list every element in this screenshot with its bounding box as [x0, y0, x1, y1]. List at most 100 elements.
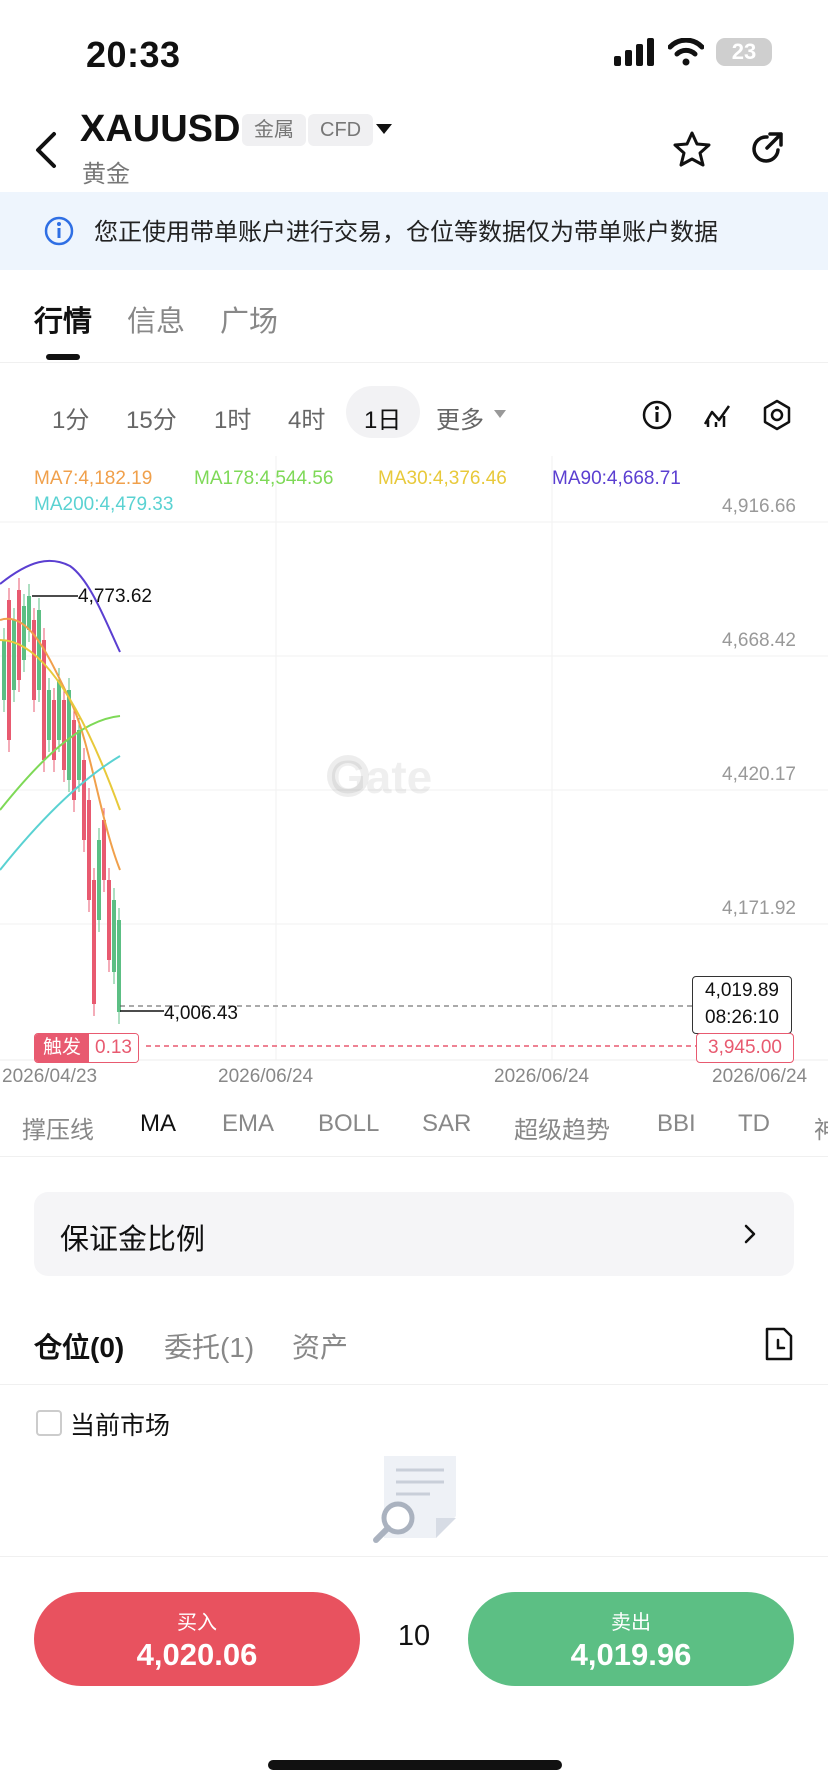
battery-icon: 23: [716, 38, 772, 66]
ma178-label: MA178:4,544.56: [194, 468, 334, 489]
candle-body: [47, 690, 51, 740]
symbol-title: XAUUSD: [80, 108, 241, 150]
buy-price: 4,020.06: [136, 1637, 258, 1672]
high-price-label: 4,773.62: [78, 586, 152, 607]
more-dropdown-icon: [494, 410, 506, 418]
indicator-boll[interactable]: BOLL: [318, 1110, 379, 1138]
indicator-ma[interactable]: MA: [140, 1110, 176, 1138]
low-price-label: 4,006.43: [164, 1003, 238, 1024]
signal-icon: [614, 38, 654, 66]
trigger-value: 0.13: [89, 1034, 138, 1062]
sell-label: 卖出: [611, 1612, 651, 1634]
candle-body: [57, 680, 61, 740]
divider: [0, 1156, 828, 1157]
candle-body: [82, 760, 86, 840]
candle-body: [62, 700, 66, 770]
info-icon: [44, 216, 74, 246]
divider: [0, 1384, 828, 1385]
tab-assets[interactable]: 资产: [292, 1326, 348, 1366]
current-market-label: 当前市场: [70, 1412, 171, 1440]
tab-market[interactable]: 行情: [34, 298, 92, 340]
candle-body: [27, 596, 31, 630]
candle-body: [97, 840, 101, 920]
candle-body: [107, 880, 111, 960]
indicator-bbi[interactable]: BBI: [657, 1110, 696, 1138]
date-label: 2026/04/23: [2, 1066, 98, 1087]
candle-body: [37, 610, 41, 690]
interval-15m[interactable]: 15分: [126, 400, 177, 435]
ma200-label: MA200:4,479.33: [34, 494, 174, 515]
dropdown-icon[interactable]: [376, 124, 392, 136]
ma7-label: MA7:4,182.19: [34, 468, 153, 489]
ma90-label: MA90:4,668.71: [552, 468, 681, 489]
tab-orders[interactable]: 委托(1): [164, 1326, 254, 1366]
candle-body: [112, 900, 116, 972]
candle-body: [102, 820, 106, 880]
buy-label: 买入: [177, 1612, 217, 1634]
date-label: 2026/06/24: [712, 1066, 808, 1087]
indicator-ema[interactable]: EMA: [222, 1110, 274, 1138]
indicator-icon[interactable]: [702, 400, 732, 430]
chevron-right-icon: [744, 1224, 756, 1244]
y-axis-label: 4,420.17: [722, 764, 796, 785]
sell-button[interactable]: 卖出 4,019.96: [468, 1592, 794, 1686]
status-icons: 23: [614, 38, 772, 66]
indicator-bar: 撑压线 MA EMA BOLL SAR 超级趋势 BBI TD 神: [0, 1096, 828, 1156]
back-icon[interactable]: [34, 130, 58, 170]
interval-1h[interactable]: 1时: [214, 400, 251, 435]
indicator-sar[interactable]: SAR: [422, 1110, 471, 1138]
home-indicator: [268, 1760, 562, 1770]
candle-body: [17, 590, 21, 680]
interval-more[interactable]: 更多: [436, 400, 484, 435]
candle-body: [92, 880, 96, 1004]
y-axis-label: 4,668.42: [722, 630, 796, 651]
chart-watermark: Gate: [330, 751, 433, 803]
current-market-checkbox[interactable]: [36, 1410, 62, 1436]
trigger-price: 3,945.00: [696, 1033, 794, 1063]
buy-button[interactable]: 买入 4,020.06: [34, 1592, 360, 1686]
interval-1d[interactable]: 1日: [364, 400, 401, 435]
candle-body: [117, 920, 121, 1012]
interval-1m[interactable]: 1分: [52, 400, 89, 435]
tab-info[interactable]: 信息: [127, 298, 185, 340]
candle-body: [22, 606, 26, 660]
divider: [0, 1556, 828, 1557]
date-label: 2026/06/24: [494, 1066, 590, 1087]
candle-body: [67, 690, 71, 780]
candle-body: [87, 800, 91, 900]
tab-positions[interactable]: 仓位(0): [34, 1326, 124, 1366]
interval-4h[interactable]: 4时: [288, 400, 325, 435]
wifi-icon: [668, 38, 704, 66]
chart-info-icon[interactable]: [642, 400, 672, 430]
candle-body: [42, 640, 46, 760]
settings-icon[interactable]: [762, 399, 792, 431]
indicator-supertrend[interactable]: 超级趋势: [514, 1110, 610, 1145]
history-icon[interactable]: [764, 1326, 794, 1362]
share-icon[interactable]: [748, 130, 786, 168]
countdown: 08:26:10: [705, 1007, 779, 1028]
category-tag: 金属: [242, 114, 306, 146]
ma30-label: MA30:4,376.46: [378, 468, 507, 489]
star-icon[interactable]: [672, 130, 712, 168]
type-tag: CFD: [308, 114, 374, 146]
quantity-field[interactable]: 10: [378, 1620, 450, 1653]
indicator-more[interactable]: 神: [814, 1110, 828, 1145]
indicator-td[interactable]: TD: [738, 1110, 770, 1138]
date-label: 2026/06/24: [218, 1066, 314, 1087]
indicator-support[interactable]: 撑压线: [22, 1110, 94, 1145]
sell-price: 4,019.96: [570, 1637, 692, 1672]
y-axis-label: 4,916.66: [722, 496, 796, 517]
empty-state-icon: [373, 1456, 456, 1543]
symbol-subtitle: 黄金: [82, 161, 130, 188]
current-price: 4,019.89: [705, 980, 779, 1001]
candle-body: [7, 600, 11, 740]
candle-body: [12, 620, 16, 690]
current-price-box: 4,019.89 08:26:10: [692, 976, 792, 1034]
trigger-badge[interactable]: 触发 0.13: [34, 1033, 139, 1063]
margin-ratio-label: 保证金比例: [60, 1224, 206, 1256]
candle-body: [2, 640, 6, 700]
status-time: 20:33: [86, 34, 181, 75]
tab-square[interactable]: 广场: [220, 298, 278, 340]
notice-text: 您正使用带单账户进行交易，仓位等数据仅为带单账户数据: [94, 219, 718, 246]
tab-indicator: [46, 354, 80, 360]
